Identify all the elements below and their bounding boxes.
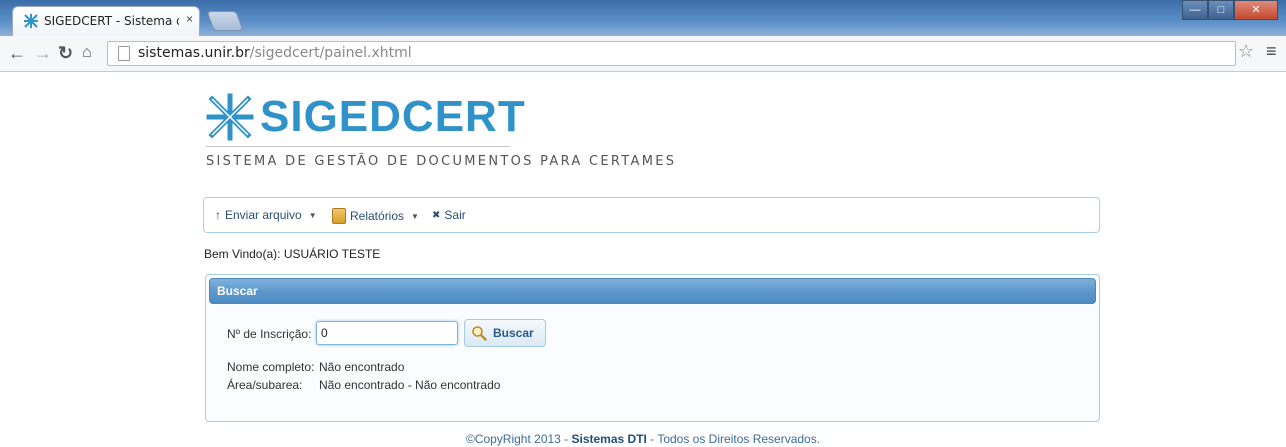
footer-prefix: ©CopyRight 2013 - [465, 432, 572, 446]
menu-upload-file[interactable]: ↑ Enviar arquivo ▼ [215, 208, 317, 222]
url-path: /sigedcert/painel.xhtml [249, 45, 412, 61]
close-window-button[interactable]: ✕ [1234, 0, 1278, 20]
close-icon: ✖ [432, 209, 441, 221]
registration-input[interactable] [316, 321, 458, 345]
tab-title: SIGEDCERT - Sistema de g [44, 14, 179, 28]
welcome-message: Bem Vindo(a): USUÁRIO TESTE [204, 247, 381, 261]
bookmark-star-icon[interactable]: ☆ [1238, 41, 1254, 62]
footer-company-link[interactable]: Sistemas DTI [572, 432, 647, 446]
browser-titlebar: SIGEDCERT - Sistema de g × — □ ✕ [0, 0, 1286, 36]
chevron-down-icon: ▼ [308, 210, 317, 220]
logo-mark-icon [206, 93, 254, 141]
search-panel-title: Buscar [209, 278, 1096, 304]
chevron-down-icon: ▼ [411, 211, 419, 221]
search-button-label: Buscar [493, 326, 534, 340]
menu-upload-label: Enviar arquivo [225, 208, 302, 222]
browser-tab[interactable]: SIGEDCERT - Sistema de g × [12, 6, 200, 36]
url-host: sistemas.unir.br [138, 45, 250, 61]
address-bar[interactable]: sistemas.unir.br/sigedcert/painel.xhtml [107, 41, 1236, 66]
registration-label: Nº de Inscrição: [227, 327, 312, 341]
browser-menu-icon[interactable]: ≡ [1266, 41, 1277, 62]
new-tab-button[interactable] [206, 11, 244, 31]
reports-icon [332, 208, 346, 224]
full-name-label: Nome completo: [227, 360, 315, 374]
area-value: Não encontrado - Não encontrado [319, 378, 501, 392]
minimize-button[interactable]: — [1182, 0, 1208, 20]
browser-toolbar: ← → ↻ ⌂ sistemas.unir.br/sigedcert/paine… [0, 36, 1286, 72]
menu-exit[interactable]: ✖ Sair [432, 208, 466, 222]
footer-suffix: - Todos os Direitos Reservados. [646, 432, 821, 446]
search-button[interactable]: Buscar [464, 319, 546, 347]
main-menubar: ↑ Enviar arquivo ▼ Relatórios ▼ ✖ Sair [203, 197, 1100, 233]
forward-icon[interactable]: → [34, 43, 52, 64]
footer: ©CopyRight 2013 - Sistemas DTI - Todos o… [0, 432, 1286, 446]
window-controls: — □ ✕ [1182, 0, 1278, 22]
search-panel: Buscar Nº de Inscrição: Buscar Nome comp… [205, 274, 1100, 422]
home-icon[interactable]: ⌂ [82, 44, 92, 62]
menu-reports[interactable]: Relatórios ▼ [332, 208, 419, 224]
system-subtitle: SISTEMA DE GESTÃO DE DOCUMENTOS PARA CER… [206, 154, 677, 169]
upload-arrow-icon: ↑ [215, 208, 221, 222]
reload-icon[interactable]: ↻ [58, 43, 73, 64]
page-icon [118, 46, 130, 61]
logo-divider [206, 146, 510, 147]
full-name-value: Não encontrado [319, 360, 405, 374]
search-icon [472, 326, 487, 341]
back-icon[interactable]: ← [8, 43, 26, 64]
sigedcert-favicon [24, 14, 38, 28]
area-label: Área/subarea: [227, 378, 303, 392]
logo: SIGEDCERT [206, 92, 526, 142]
url-text: sistemas.unir.br/sigedcert/painel.xhtml [138, 45, 412, 61]
maximize-button[interactable]: □ [1208, 0, 1234, 20]
logo-text: SIGEDCERT [260, 92, 526, 141]
menu-exit-label: Sair [444, 208, 466, 222]
menu-reports-label: Relatórios [350, 209, 405, 223]
tab-close-icon[interactable]: × [186, 12, 193, 26]
